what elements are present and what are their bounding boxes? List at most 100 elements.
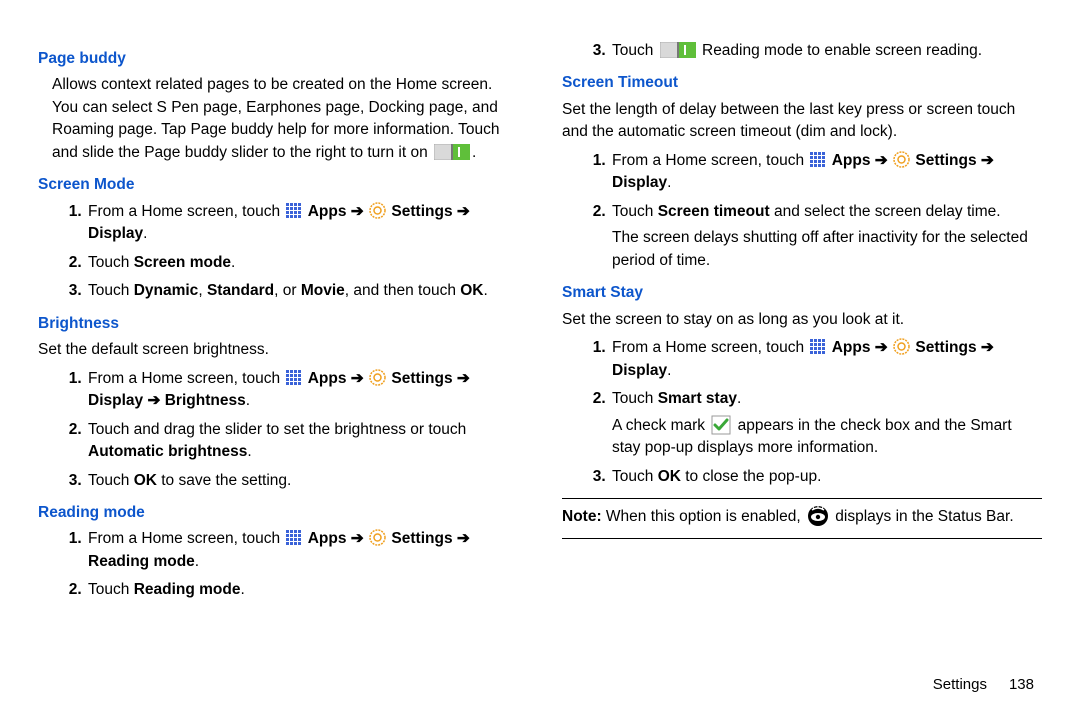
text: Allows context related pages to be creat… [52,76,500,160]
toggle-on-icon [434,144,470,160]
heading-reading-mode: Reading mode [38,502,518,524]
step: Touch Reading mode. [86,579,518,601]
step: Touch Dynamic, Standard, or Movie, and t… [86,280,518,302]
text: Reading mode to enable screen reading. [698,42,982,59]
text: , or [274,282,301,299]
bold: Smart stay [658,390,737,407]
toggle-on-icon [660,42,696,58]
text: . [231,254,235,271]
step: From a Home screen, touch Apps ➔ Setting… [610,150,1042,195]
bold: Automatic brightness [88,443,247,460]
bold: Screen mode [134,254,231,271]
arrow: ➔ [875,339,888,356]
bold: Screen timeout [658,203,770,220]
text: Touch [88,581,129,598]
arrow: ➔ [351,203,364,220]
text: to close the pop-up. [681,468,821,485]
text: Touch [88,254,129,271]
apps-grid-icon [285,529,302,546]
heading-screen-timeout: Screen Timeout [562,72,1042,94]
step: Touch OK to save the setting. [86,470,518,492]
page-footer: Settings138 [933,674,1034,696]
text: . [484,282,488,299]
bold: Settings [391,370,452,387]
bold: Apps [308,530,347,547]
settings-gear-icon [369,369,386,386]
text: . [472,144,476,161]
step-note: The screen delays shutting off after ina… [612,227,1042,272]
text: A check mark [612,417,705,434]
text: From a Home screen, touch [88,370,280,387]
text: From a Home screen, touch [612,152,804,169]
step: Touch Smart stay. A check mark appears i… [610,388,1042,459]
para-smart-stay: Set the screen to stay on as long as you… [562,309,1042,331]
heading-screen-mode: Screen Mode [38,174,518,196]
step: From a Home screen, touch Apps ➔ Setting… [86,368,518,413]
apps-grid-icon [285,202,302,219]
divider [562,538,1042,539]
step: Touch and drag the slider to set the bri… [86,419,518,464]
bold: Settings [391,203,452,220]
settings-gear-icon [369,529,386,546]
step-note: A check mark appears in the check box an… [612,415,1042,460]
bold: Movie [301,282,345,299]
footer-page-number: 138 [1009,676,1034,693]
text: Touch [88,282,129,299]
checkmark-icon [711,415,731,435]
arrow: ➔ [351,530,364,547]
bold: OK [134,472,157,489]
step: Touch Screen timeout and select the scre… [610,201,1042,272]
step: From a Home screen, touch Apps ➔ Setting… [86,201,518,246]
bold: Apps [308,203,347,220]
text: Touch [88,472,129,489]
smart-stay-eye-icon [807,505,829,527]
bold: Settings [915,339,976,356]
text: . [737,390,741,407]
para-page-buddy: Allows context related pages to be creat… [52,74,518,164]
text: From a Home screen, touch [88,203,280,220]
bold: Apps [832,339,871,356]
text: , and then touch [345,282,460,299]
text: From a Home screen, touch [88,530,280,547]
text: When this option is enabled, [602,508,801,525]
text: . [247,443,251,460]
step: Touch OK to close the pop-up. [610,466,1042,488]
step: From a Home screen, touch Apps ➔ Setting… [610,337,1042,382]
text: . [667,174,671,191]
note-block: Note: When this option is enabled, displ… [562,505,1042,528]
arrow: ➔ [351,370,364,387]
bold: Apps [832,152,871,169]
bold: Dynamic [134,282,199,299]
heading-brightness: Brightness [38,313,518,335]
bold: Settings [915,152,976,169]
para-screen-timeout: Set the length of delay between the last… [562,99,1042,144]
settings-gear-icon [893,151,910,168]
text: displays in the Status Bar. [835,508,1013,525]
bold: Apps [308,370,347,387]
text: . [667,362,671,379]
para-brightness: Set the default screen brightness. [38,339,518,361]
heading-smart-stay: Smart Stay [562,282,1042,304]
divider [562,498,1042,499]
text: Touch and drag the slider to set the bri… [88,421,466,438]
bold: Settings [391,530,452,547]
text: Touch [612,203,653,220]
text: to save the setting. [157,472,291,489]
text: Touch [612,468,653,485]
note-label: Note: [562,508,602,525]
settings-gear-icon [369,202,386,219]
text: , [198,282,207,299]
heading-page-buddy: Page buddy [38,48,518,70]
step: Touch Screen mode. [86,252,518,274]
bold: Standard [207,282,274,299]
text: and select the screen delay time. [770,203,1001,220]
settings-gear-icon [893,338,910,355]
bold: OK [460,282,483,299]
arrow: ➔ [875,152,888,169]
bold: OK [658,468,681,485]
text: From a Home screen, touch [612,339,804,356]
text: . [143,225,147,242]
apps-grid-icon [809,151,826,168]
step: From a Home screen, touch Apps ➔ Setting… [86,528,518,573]
text: Touch [612,390,653,407]
